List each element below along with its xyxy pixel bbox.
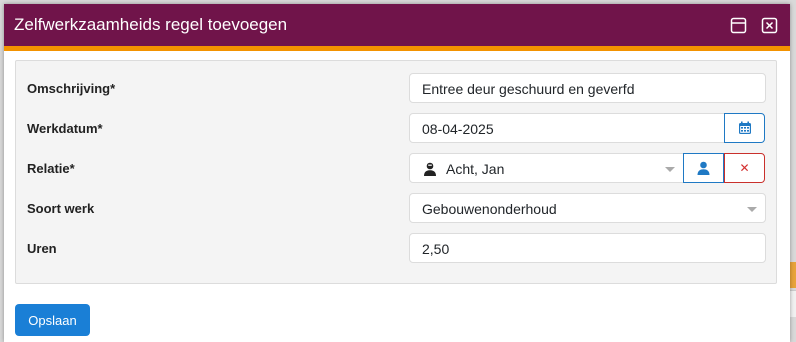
omschrijving-input[interactable]: Entree deur geschuurd en geverfd — [409, 73, 766, 103]
clear-relation-button[interactable]: ✕ — [724, 153, 765, 183]
row-uren: Uren 2,50 — [16, 233, 776, 265]
calendar-icon — [738, 121, 751, 134]
soort-werk-value: Gebouwenonderhoud — [422, 201, 557, 217]
chevron-down-icon — [747, 207, 757, 212]
calendar-button[interactable] — [724, 113, 765, 143]
row-werkdatum: Werkdatum* 08-04-2025 — [16, 113, 776, 145]
close-icon[interactable] — [761, 17, 778, 34]
chevron-down-icon — [665, 167, 675, 172]
uren-input[interactable]: 2,50 — [409, 233, 766, 263]
row-relatie: Relatie* Acht, Jan ✕ — [16, 153, 776, 185]
soort-werk-select[interactable]: Gebouwenonderhoud — [409, 193, 766, 223]
select-relation-button[interactable] — [683, 153, 724, 183]
person-icon — [424, 162, 436, 176]
header-actions — [730, 17, 778, 34]
maximize-icon[interactable] — [730, 17, 747, 34]
relatie-select[interactable]: Acht, Jan — [409, 153, 684, 183]
omschrijving-label: Omschrijving* — [27, 81, 116, 96]
werkdatum-label: Werkdatum* — [27, 121, 103, 136]
uren-label: Uren — [27, 241, 57, 256]
row-omschrijving: Omschrijving* Entree deur geschuurd en g… — [16, 73, 776, 105]
modal-header: Zelfwerkzaamheids regel toevoegen — [4, 4, 790, 51]
row-soort-werk: Soort werk Gebouwenonderhoud — [16, 193, 776, 225]
form-panel: Omschrijving* Entree deur geschuurd en g… — [15, 60, 777, 284]
modal-dialog: Zelfwerkzaamheids regel toevoegen Omschr… — [4, 4, 790, 342]
werkdatum-input[interactable]: 08-04-2025 — [409, 113, 725, 143]
modal-title: Zelfwerkzaamheids regel toevoegen — [14, 15, 288, 34]
close-icon: ✕ — [739, 161, 750, 175]
soort-werk-label: Soort werk — [27, 201, 95, 216]
save-button[interactable]: Opslaan — [15, 304, 90, 336]
relatie-label: Relatie* — [27, 161, 75, 176]
user-icon — [697, 161, 710, 175]
relatie-value: Acht, Jan — [446, 161, 505, 177]
